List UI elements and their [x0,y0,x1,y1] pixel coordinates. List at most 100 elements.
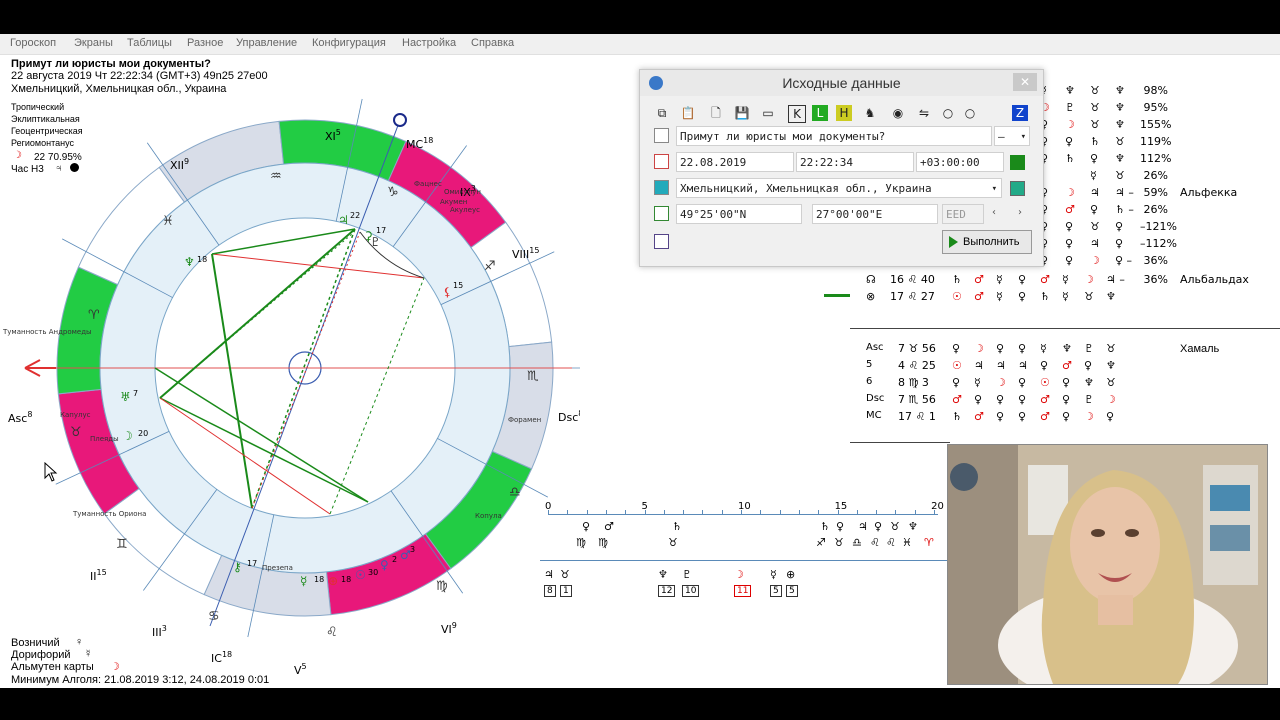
aspect-cell: ♆ [1115,84,1125,97]
timeline-tick [914,510,916,514]
eed-field: EED [942,204,984,224]
svg-text:17: 17 [376,226,386,235]
aspect-cell: ♀ [1090,152,1099,165]
toolbar-button[interactable]: ○ [962,105,978,121]
aspect-cell: ♇ [1065,101,1075,114]
aspect-cell: ♄ [1065,152,1075,165]
mc-label: MC18 [406,136,433,151]
place-field[interactable]: Хмельницкий, Хмельницкая обл., Украина ▾ [676,178,1002,198]
aspect-cell: ☿ [1090,169,1097,182]
latitude-field[interactable]: 49°25'00"N [676,204,802,224]
dorif-label: Дорифорий [11,649,71,661]
virgo-icon: ♍ [436,579,448,594]
timezone-field[interactable]: +03:00:00 [916,152,1004,172]
longitude-field[interactable]: 27°00'00"E [812,204,938,224]
dialog-titlebar[interactable]: Исходные данные ✕ [640,70,1043,96]
libra-icon: ♎ [509,485,521,500]
timeline-tick [625,510,627,514]
svg-text:3: 3 [410,545,415,554]
menu-tables[interactable]: Таблицы [127,37,172,49]
taurus-icon: ♉ [70,425,82,440]
aspect-cell: ♄ – [1115,203,1134,216]
question-field[interactable]: Примут ли юристы мои документы? [676,126,992,146]
chevron-down-icon: ▾ [991,184,997,194]
timeline-tick-label: 15 [834,501,848,512]
timeline-tick [798,510,800,514]
svg-text:Акулеус: Акулеус [450,206,480,214]
vozn-label: Возничий [11,637,60,649]
pisces-icon: ♓ [162,214,174,229]
aspect-cell: ♉ [1090,220,1100,233]
svg-text:18: 18 [341,575,351,584]
venus-icon: ♀ [380,558,389,572]
svg-text:30: 30 [368,568,378,577]
toolbar-button[interactable]: ⧉ [654,105,670,121]
toolbar-button[interactable]: ▭ [760,105,776,121]
table-divider-2 [850,442,950,443]
leo-icon: ♌ [326,625,338,640]
close-icon[interactable]: ✕ [1013,73,1037,91]
house-box: 8 [544,585,556,597]
toolbar-button[interactable]: L [812,105,828,121]
transit-planet: ♂ [604,520,614,533]
calendar-icon [654,154,669,169]
strength-cell: 119% [1140,135,1172,148]
timeline-planet: ⊕ [786,568,796,581]
toolbar-button[interactable]: ♞ [862,105,878,121]
strength-cell: 98% [1143,84,1168,97]
cancer-icon: ♋ [208,609,220,624]
toolbar-button[interactable]: 🗋 [708,105,724,121]
aspect-cell: ♂ [1065,203,1075,216]
neptune-icon: ♆ [184,255,195,269]
tz-color-icon[interactable] [1010,155,1025,170]
toolbar-button[interactable]: 💾 [734,105,750,121]
question-select[interactable]: — ▾ [994,126,1030,146]
transit-planet: ♀ [582,520,591,533]
timeline-tick [895,510,897,514]
date-field[interactable]: 22.08.2019 [676,152,794,172]
house-6-label: VI9 [441,621,457,636]
time-field[interactable]: 22:22:34 [796,152,914,172]
toolbar-button[interactable]: H [836,105,852,121]
menu-horoscope[interactable]: Гороскоп [10,37,56,49]
aspect-cell: ☽ [1090,254,1100,267]
timeline-tick [856,510,858,514]
svg-text:Туманность Андромеды: Туманность Андромеды [2,328,92,336]
svg-text:22: 22 [350,211,360,220]
timeline-planet: ♃ [544,568,554,581]
timeline-axis-2 [540,560,948,561]
settings-icon[interactable] [654,234,669,249]
menu-screens[interactable]: Экраны [74,37,113,49]
run-button[interactable]: Выполнить [942,230,1032,254]
transit-planet: ♉ [890,520,900,533]
timeline-tick [876,510,878,514]
svg-text:15: 15 [453,281,463,290]
menu-misc[interactable]: Разное [187,37,223,49]
strength-cell: 95% [1143,101,1168,114]
menu-settings[interactable]: Настройка [402,37,456,49]
strength-cell: 26% [1143,203,1168,216]
timeline-tick-label: 10 [738,501,751,512]
menu-help[interactable]: Справка [471,37,514,49]
toolbar-button[interactable]: Z [1012,105,1028,121]
transit-planet: ♀ [874,520,883,533]
menu-config[interactable]: Конфигурация [312,37,386,49]
horoscope-wheel: XI5 MC18 IX3 VIII15 Dsc8 XII9 Asc8 II15 … [2,98,580,676]
transit-planet: ♄ [820,520,830,533]
atlas-icon[interactable] [1010,181,1025,196]
menu-control[interactable]: Управление [236,37,297,49]
next-icon[interactable]: › [1018,207,1022,218]
timeline-tick [548,510,549,514]
timeline-tick [934,510,936,514]
prev-icon[interactable]: ‹ [992,207,996,218]
moon-footer-icon: ☽ [110,661,120,673]
horoscope-datetime: 22 августа 2019 Чт 22:22:34 (GMT+3) 49n2… [11,70,268,82]
presenter-image [948,445,1267,684]
timeline-tick [586,510,588,514]
toolbar-button[interactable]: 📋 [680,105,696,121]
toolbar-button[interactable]: ○ [940,105,956,121]
toolbar-button[interactable]: K [788,105,806,123]
house-box: 10 [682,585,700,597]
toolbar-button[interactable]: ◉ [890,105,906,121]
toolbar-button[interactable]: ⇋ [916,105,932,121]
